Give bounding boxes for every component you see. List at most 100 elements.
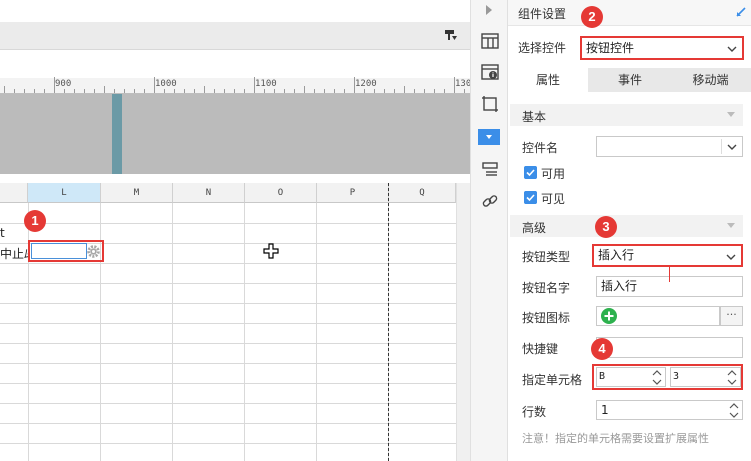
ruler-tick <box>254 77 255 93</box>
ruler-tick <box>184 89 185 93</box>
section-basic-title: 基本 <box>522 110 547 124</box>
button-type-value: 插入行 <box>598 248 635 262</box>
target-cell-column-stepper[interactable]: B <box>596 367 666 387</box>
annotation-badge-1: 1 <box>24 210 46 232</box>
caret-down-icon <box>727 112 735 117</box>
page-break-line <box>388 183 389 461</box>
ruler-tick <box>354 77 355 93</box>
ruler-tick <box>214 89 215 93</box>
format-painter-icon[interactable] <box>444 28 458 42</box>
divider <box>721 139 722 154</box>
ruler-tick <box>304 86 305 93</box>
visible-label: 可见 <box>541 192 566 206</box>
row-count-stepper[interactable]: 1 <box>596 400 743 420</box>
ruler-tick <box>294 89 295 93</box>
spinner-arrows-icon[interactable] <box>727 402 741 419</box>
ruler-tick <box>244 89 245 93</box>
vertical-scrollbar[interactable] <box>456 183 470 461</box>
component-settings-panel: 组件设置 选择控件 按钮控件 属性 事件 移动端 基本 控件名 可用 可见 高级 <box>508 0 751 461</box>
cell-info-icon[interactable] <box>480 62 500 82</box>
enabled-checkbox[interactable] <box>524 166 537 179</box>
panel-title: 组件设置 <box>518 7 567 21</box>
more-button[interactable]: ··· <box>720 306 743 326</box>
cell-attributes-icon[interactable] <box>480 31 500 51</box>
hyperlink-icon[interactable] <box>480 191 500 211</box>
column-header-n[interactable]: N <box>173 183 245 203</box>
expand-arrow-icon[interactable] <box>484 4 494 16</box>
select-control-label: 选择控件 <box>518 41 567 55</box>
control-name-combobox[interactable] <box>596 136 743 157</box>
gear-icon[interactable] <box>86 244 101 259</box>
annotation-badge-3: 3 <box>595 216 617 238</box>
chevron-down-icon <box>727 46 737 52</box>
ruler-tick <box>314 89 315 93</box>
tab-mobile[interactable]: 移动端 <box>670 68 751 92</box>
ruler-label: 1100 <box>255 79 277 89</box>
ruler-tick <box>64 89 65 93</box>
ruler-tick <box>124 89 125 93</box>
tab-properties[interactable]: 属性 <box>508 68 588 92</box>
ruler-tick <box>444 89 445 93</box>
ruler-tick <box>384 89 385 93</box>
ruler-tick <box>274 89 275 93</box>
ruler-label: 1000 <box>155 79 177 89</box>
ruler-tick <box>224 89 225 93</box>
annotation-connector-line <box>669 266 670 282</box>
extension-note: 注意！指定的单元格需要设置扩展属性 <box>522 432 709 445</box>
ruler-tick <box>114 89 115 93</box>
ruler-tick <box>464 89 465 93</box>
shortcut-input[interactable] <box>596 337 743 358</box>
column-header-m[interactable]: M <box>101 183 173 203</box>
section-advanced[interactable]: 高级 <box>510 215 743 237</box>
target-cell-row-stepper[interactable]: 3 <box>670 367 741 387</box>
button-icon-label: 按钮图标 <box>522 311 571 325</box>
row-count-value: 1 <box>601 403 609 417</box>
column-header-o[interactable]: O <box>245 183 317 203</box>
ruler-label: 130 <box>455 79 470 89</box>
section-basic[interactable]: 基本 <box>510 104 743 126</box>
ruler-tick <box>34 89 35 93</box>
annotation-badge-4: 4 <box>591 338 613 360</box>
ruler-tick <box>154 77 155 93</box>
button-widget-cell[interactable] <box>31 243 87 259</box>
widget-settings-icon[interactable] <box>478 129 500 145</box>
ruler-tick <box>434 89 435 93</box>
ruler-label: 900 <box>55 79 72 89</box>
section-advanced-title: 高级 <box>522 221 547 235</box>
frame-icon[interactable] <box>480 94 500 114</box>
collapse-arrow-icon[interactable] <box>734 5 748 19</box>
designer-toolbar <box>0 22 470 50</box>
column-header[interactable] <box>0 183 28 203</box>
cell-text[interactable]: 中止ﾑ <box>0 245 30 262</box>
caret-down-icon <box>727 223 735 228</box>
target-cell-row-value: 3 <box>673 371 680 382</box>
column-header-l[interactable]: L <box>28 183 101 203</box>
select-control-value: 按钮控件 <box>586 41 635 55</box>
ruler-tick <box>284 89 285 93</box>
ruler-tick <box>4 86 5 93</box>
ruler-tick <box>174 89 175 93</box>
button-icon-field[interactable] <box>596 306 720 326</box>
ruler-tick <box>364 89 365 93</box>
column-marker-strip[interactable] <box>112 94 122 174</box>
cell-text[interactable]: t <box>0 226 5 240</box>
button-type-dropdown[interactable]: 插入行 <box>592 244 743 267</box>
spinner-arrows-icon[interactable] <box>725 369 739 386</box>
column-header-q[interactable]: Q <box>389 183 456 203</box>
form-layout-icon[interactable] <box>480 160 500 180</box>
ruler-tick <box>334 89 335 93</box>
ruler-tick <box>454 77 455 93</box>
spinner-arrows-icon[interactable] <box>650 369 664 386</box>
side-toolbar <box>470 0 508 461</box>
select-control-dropdown[interactable]: 按钮控件 <box>580 36 744 60</box>
ruler-tick <box>424 89 425 93</box>
ruler-tick <box>414 89 415 93</box>
add-icon <box>601 308 617 324</box>
horizontal-ruler: 900 1000 1100 1200 130 <box>0 77 470 94</box>
tab-events[interactable]: 事件 <box>590 68 670 92</box>
column-header-p[interactable]: P <box>317 183 389 203</box>
settings-tabs: 属性 事件 移动端 <box>508 68 751 92</box>
ruler-tick <box>134 89 135 93</box>
visible-checkbox[interactable] <box>524 191 537 204</box>
ruler-tick <box>234 89 235 93</box>
